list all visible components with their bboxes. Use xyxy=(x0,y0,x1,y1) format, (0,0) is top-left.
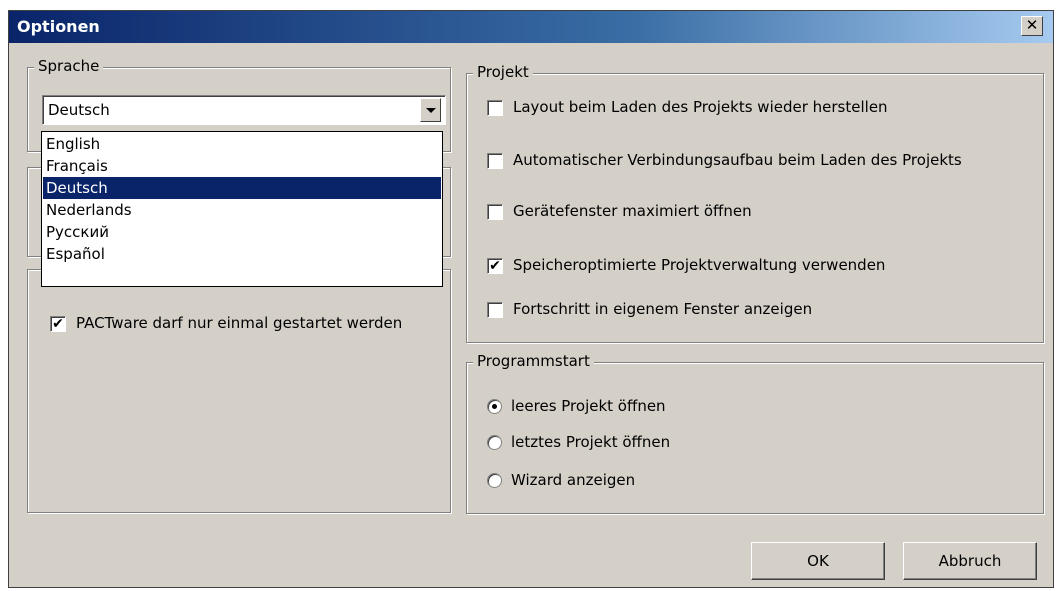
general-group: ✔ PACTware darf nur einmal gestartet wer… xyxy=(27,269,451,513)
project-checkbox[interactable] xyxy=(487,302,503,318)
project-option-label: Fortschritt in eigenem Fenster anzeigen xyxy=(513,300,813,318)
startup-radio[interactable] xyxy=(487,435,502,450)
cancel-button[interactable]: Abbruch xyxy=(903,542,1037,580)
startup-option-label: letztes Projekt öffnen xyxy=(511,433,671,451)
language-option[interactable]: Español xyxy=(43,243,441,265)
single-instance-label: PACTware darf nur einmal gestartet werde… xyxy=(76,314,403,332)
language-legend: Sprache xyxy=(34,57,104,75)
startup-option-label: leeres Projekt öffnen xyxy=(511,397,666,415)
language-option[interactable]: English xyxy=(43,133,441,155)
language-dropdown-button[interactable] xyxy=(420,98,441,122)
startup-legend: Programmstart xyxy=(473,352,594,370)
checkmark-icon: ✔ xyxy=(489,258,501,274)
window-title: Optionen xyxy=(17,17,100,36)
close-icon: ✕ xyxy=(1025,16,1039,34)
project-legend: Projekt xyxy=(473,63,533,81)
language-option-selected[interactable]: Deutsch xyxy=(43,177,441,199)
language-dropdown-list[interactable]: English Français Deutsch Nederlands Русс… xyxy=(41,131,443,287)
project-checkbox[interactable] xyxy=(487,100,503,116)
startup-group: Programmstart leeres Projekt öffnen letz… xyxy=(466,352,1044,514)
ok-button[interactable]: OK xyxy=(751,542,885,580)
radio-dot-icon xyxy=(492,404,497,409)
project-option-label: Speicheroptimierte Projektverwaltung ver… xyxy=(513,256,886,274)
startup-radio[interactable] xyxy=(487,473,502,488)
close-button[interactable]: ✕ xyxy=(1021,16,1043,36)
language-option[interactable]: Русский xyxy=(43,221,441,243)
language-select-value: Deutsch xyxy=(48,101,110,119)
language-option[interactable]: Nederlands xyxy=(43,199,441,221)
project-option-label: Layout beim Laden des Projekts wieder he… xyxy=(513,98,888,116)
options-dialog: Optionen ✕ Sprache Deutsch ✔ PACTware da… xyxy=(8,10,1054,588)
startup-option-label: Wizard anzeigen xyxy=(511,471,636,489)
startup-radio[interactable] xyxy=(487,399,502,414)
checkmark-icon: ✔ xyxy=(52,316,64,332)
title-bar[interactable]: Optionen ✕ xyxy=(9,11,1053,43)
single-instance-checkbox[interactable]: ✔ xyxy=(50,316,66,332)
project-checkbox[interactable]: ✔ xyxy=(487,258,503,274)
project-option-label: Automatischer Verbindungsaufbau beim Lad… xyxy=(513,151,962,169)
language-select[interactable]: Deutsch xyxy=(42,95,446,125)
chevron-down-icon xyxy=(426,108,436,113)
language-option[interactable]: Français xyxy=(43,155,441,177)
project-checkbox[interactable] xyxy=(487,153,503,169)
project-checkbox[interactable] xyxy=(487,204,503,220)
project-option-label: Gerätefenster maximiert öffnen xyxy=(513,202,752,220)
project-group: Projekt Layout beim Laden des Projekts w… xyxy=(466,63,1044,343)
